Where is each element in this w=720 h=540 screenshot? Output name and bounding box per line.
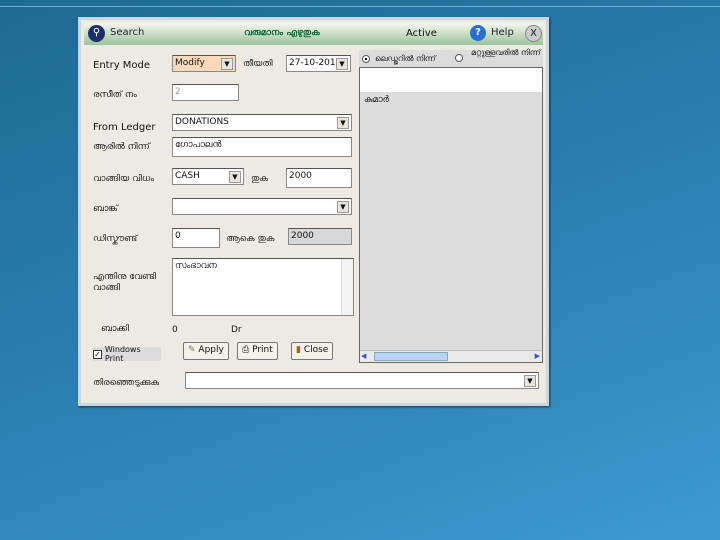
purpose-textarea[interactable]: സംഭാവന — [172, 258, 354, 316]
balance-suffix: Dr — [231, 325, 242, 335]
total-value: 2000 — [288, 228, 352, 245]
from-ledger-value: DONATIONS — [175, 117, 229, 127]
date-label: തീയതി — [243, 59, 273, 69]
select-dropdown[interactable]: ▼ — [185, 372, 539, 389]
entry-mode-label: Entry Mode — [93, 60, 151, 71]
chevron-down-icon[interactable]: ▼ — [524, 375, 536, 387]
horizontal-scrollbar[interactable]: ◀ ▶ — [360, 350, 542, 362]
balance-value: 0 — [172, 325, 178, 335]
source-radio-group: ലെഡ്ജറിൽ നിന്ന് മറ്റുള്ളവരിൽ നിന്ന് — [359, 48, 543, 67]
close-button[interactable]: ▮ Close — [291, 342, 334, 360]
window-title: വരുമാനം എഴുതുക — [244, 28, 320, 38]
scroll-left-icon[interactable]: ◀ — [361, 352, 366, 360]
amount-input[interactable]: 2000 — [286, 168, 352, 188]
printer-icon: ⎙ — [242, 345, 250, 355]
apply-icon: ✎ — [188, 345, 196, 355]
title-bar: ⚲ Search വരുമാനം എഴുതുക Active ? Help X — [84, 23, 543, 45]
list-item[interactable]: കുമാർ — [360, 92, 542, 108]
windows-print-label: Windows Print — [104, 345, 141, 363]
close-label: Close — [303, 345, 329, 355]
total-label: ആകെ തുക — [226, 234, 275, 244]
radio-others-label: മറ്റുള്ളവരിൽ നിന്ന് — [471, 48, 541, 57]
windows-print-checkbox[interactable]: ✓ Windows Print — [93, 345, 161, 363]
receipt-no-input[interactable]: 2 — [172, 84, 239, 101]
door-icon: ▮ — [296, 345, 301, 355]
payment-mode-select[interactable]: CASH ▼ — [172, 168, 244, 185]
from-ledger-label: From Ledger — [93, 122, 156, 133]
payment-mode-value: CASH — [175, 171, 200, 181]
entry-mode-value: Modify — [175, 58, 205, 68]
chevron-down-icon[interactable]: ▼ — [337, 201, 349, 213]
textarea-scrollbar[interactable] — [341, 259, 353, 315]
chevron-down-icon[interactable]: ▼ — [336, 58, 348, 70]
checkbox-icon[interactable]: ✓ — [93, 349, 102, 359]
purpose-label: എന്തിനു വേണ്ടി വാങ്ങി — [93, 272, 157, 293]
ledger-list[interactable]: കുമാർ ◀ ▶ — [359, 67, 543, 363]
print-button[interactable]: ⎙ Print — [237, 342, 278, 360]
apply-label: Apply — [198, 345, 224, 355]
slide-line — [0, 6, 720, 7]
from-ledger-select[interactable]: DONATIONS ▼ — [172, 114, 352, 131]
bank-label: ബാങ്ക് — [93, 204, 118, 214]
status-text: Active — [406, 28, 437, 39]
chevron-down-icon[interactable]: ▼ — [229, 171, 241, 183]
select-label: തിരഞ്ഞെടുക്കുക — [93, 378, 160, 388]
list-header — [360, 68, 542, 92]
amount-label: തുക — [251, 174, 268, 184]
chevron-down-icon[interactable]: ▼ — [221, 58, 233, 70]
from-whom-label: ആരിൽ നിന്ന് — [93, 142, 150, 152]
payment-mode-label: വാങ്ങിയ വിധം — [93, 174, 155, 184]
radio-others[interactable] — [455, 54, 463, 62]
apply-button[interactable]: ✎ Apply — [183, 342, 229, 360]
scrollbar-thumb[interactable] — [374, 352, 448, 361]
help-button[interactable]: Help — [491, 27, 514, 38]
radio-ledger-label: ലെഡ്ജറിൽ നിന്ന് — [375, 54, 436, 63]
close-window-button[interactable]: X — [525, 25, 542, 42]
entry-mode-select[interactable]: Modify ▼ — [172, 55, 236, 72]
bank-select[interactable]: ▼ — [172, 198, 352, 215]
date-value: 27-10-2014 — [289, 58, 342, 68]
receipt-no-label: രസീത് നം — [93, 90, 137, 100]
chevron-down-icon[interactable]: ▼ — [337, 117, 349, 129]
balance-label: ബാക്കി — [101, 324, 130, 334]
receipt-window: ⚲ Search വരുമാനം എഴുതുക Active ? Help X … — [78, 17, 549, 406]
from-whom-input[interactable]: ഗോപാലൻ — [172, 137, 352, 157]
search-label[interactable]: Search — [110, 27, 144, 38]
discount-label: ഡിസ്കൗണ്ട് — [93, 234, 138, 244]
radio-ledger[interactable] — [362, 55, 370, 63]
date-picker[interactable]: 27-10-2014 ▼ — [286, 55, 351, 72]
print-label: Print — [252, 345, 273, 355]
help-icon[interactable]: ? — [470, 25, 486, 41]
search-icon[interactable]: ⚲ — [88, 25, 105, 42]
scroll-right-icon[interactable]: ▶ — [535, 352, 540, 360]
purpose-value: സംഭാവന — [175, 261, 217, 271]
discount-input[interactable]: 0 — [172, 228, 220, 248]
